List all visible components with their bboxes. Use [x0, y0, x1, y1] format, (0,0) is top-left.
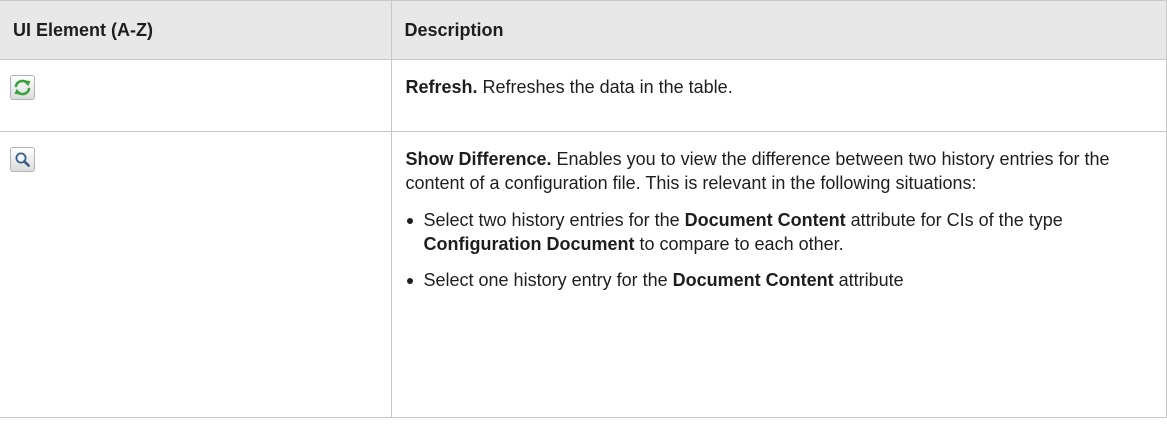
term-title: Show Difference. [405, 149, 552, 169]
list-item: Select two history entries for the Docum… [406, 208, 1159, 256]
situations-list: Select two history entries for the Docum… [406, 208, 1159, 292]
table-row: Show Difference. Enables you to view the… [0, 131, 1167, 418]
term-text: Refreshes the data in the table. [477, 77, 733, 97]
bullet-text: attribute for CIs of the type [845, 210, 1063, 230]
bullet-icon [406, 218, 413, 224]
term-title: Refresh. [405, 77, 478, 97]
refresh-description: Refresh. Refreshes the data in the table… [406, 75, 1159, 99]
show-difference-description: Show Difference. Enables you to view the… [406, 147, 1159, 195]
description-cell: Show Difference. Enables you to view the… [390, 131, 1167, 418]
bullet-bold-text: Document Content [684, 210, 846, 230]
ui-element-cell [0, 59, 392, 132]
header-ui-element: UI Element (A-Z) [0, 0, 392, 60]
bullet-text: Select two history entries for the [423, 210, 685, 230]
bullet-icon [406, 278, 413, 284]
magnifier-icon[interactable] [10, 147, 35, 172]
bullet-text: to compare to each other. [634, 234, 844, 254]
table-row: Refresh. Refreshes the data in the table… [0, 59, 1167, 132]
ui-elements-table: UI Element (A-Z) Description Refresh. Re… [0, 0, 1167, 418]
table-header-row: UI Element (A-Z) Description [0, 0, 1167, 60]
header-description: Description [390, 0, 1167, 60]
bullet-text: Select one history entry for the [423, 270, 673, 290]
bullet-text: attribute [833, 270, 904, 290]
ui-element-cell [0, 131, 392, 418]
bullet-bold-text: Document Content [672, 270, 834, 290]
list-item: Select one history entry for the Documen… [406, 268, 1159, 292]
description-cell: Refresh. Refreshes the data in the table… [390, 59, 1167, 132]
bullet-bold-text: Configuration Document [423, 234, 635, 254]
refresh-icon[interactable] [10, 75, 35, 100]
